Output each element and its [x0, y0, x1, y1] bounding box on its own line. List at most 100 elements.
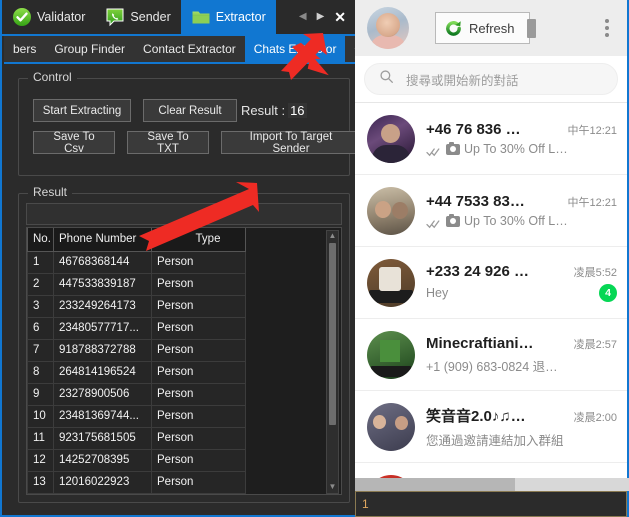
sub-tab-chats-extractor-label: Chats Extractor: [253, 42, 337, 56]
cell-no: 14: [27, 492, 54, 494]
column-header-no[interactable]: No.: [27, 228, 54, 252]
refresh-button[interactable]: Refresh: [435, 12, 536, 44]
table-row[interactable]: 8 264814196524 Person: [27, 360, 246, 384]
table-row[interactable]: 10 23481369744... Person: [27, 404, 246, 428]
column-header-phone-number[interactable]: Phone Number: [53, 228, 152, 252]
extractor-app-pane: Validator Sender Extractor ◀ ▶ ✕ bers Gr…: [0, 0, 402, 517]
whatsapp-header: Refresh: [355, 0, 627, 56]
cell-phone-number: 23481369744...: [53, 404, 152, 428]
list-item[interactable]: Minecraftiani… 凌晨2:57 +1 (909) 683-0824 退…: [355, 319, 627, 391]
avatar[interactable]: [367, 186, 415, 235]
tab-extractor[interactable]: Extractor: [180, 0, 276, 34]
tab-sender[interactable]: Sender: [95, 0, 180, 34]
camera-icon: [446, 213, 460, 227]
chat-timestamp: 凌晨2:57: [573, 338, 617, 351]
table-row[interactable]: 12 14252708395 Person: [27, 448, 246, 472]
chat-preview-row: Up To 30% Off L…: [426, 213, 617, 229]
scrollbar-thumb[interactable]: [329, 243, 336, 425]
camera-icon: [446, 141, 460, 155]
phone-chat-icon: [105, 7, 125, 27]
result-toolbar[interactable]: [26, 203, 342, 225]
chat-preview-row: Hey 4: [426, 284, 617, 302]
save-to-csv-button[interactable]: Save To Csv: [33, 131, 115, 155]
tab-extractor-label: Extractor: [215, 10, 266, 24]
cell-type: Person: [151, 404, 246, 428]
table-row[interactable]: 3 233249264173 Person: [27, 294, 246, 318]
chat-title-row: +46 76 836 … 中午12:21: [426, 121, 617, 138]
cell-type: Person: [151, 492, 246, 494]
whatsapp-horizontal-scrollbar[interactable]: [355, 478, 629, 491]
chat-name: +233 24 926 …: [426, 263, 530, 280]
cell-no: 7: [27, 338, 54, 362]
double-check-icon: [426, 216, 442, 229]
table-row[interactable]: 6 23480577717... Person: [27, 316, 246, 340]
refresh-icon: [444, 19, 463, 38]
chat-name: 笑音音2.0♪♫…: [426, 407, 526, 425]
whatsapp-pane: Refresh 搜尋或開始新的對話 +46 76 836 … 中午12:21 Up …: [355, 0, 629, 517]
horizontal-scrollbar-thumb[interactable]: [355, 478, 515, 491]
cell-no: 8: [27, 360, 54, 384]
table-row[interactable]: 13 12016022923 Person: [27, 470, 246, 494]
avatar[interactable]: [367, 258, 415, 307]
chat-body: +233 24 926 … 凌晨5:52 Hey 4: [426, 263, 617, 302]
sidebar-item-chats-extractor[interactable]: Chats Extractor: [244, 36, 346, 62]
scroll-up-arrow-icon[interactable]: ▲: [329, 231, 337, 242]
table-row[interactable]: 2 447533839187 Person: [27, 272, 246, 296]
table-row[interactable]: 9 23278900506 Person: [27, 382, 246, 406]
avatar[interactable]: [367, 7, 409, 49]
cell-phone-number: 447533839187: [53, 272, 152, 296]
chat-name: +46 76 836 …: [426, 121, 521, 138]
cell-no: 9: [27, 382, 54, 406]
table-row[interactable]: 1413057783848Person: [27, 492, 246, 494]
cell-type: Person: [151, 382, 246, 406]
cell-type: Person: [151, 294, 246, 318]
sidebar-item-contact-extractor[interactable]: Contact Extractor: [134, 36, 245, 62]
avatar[interactable]: [367, 114, 415, 163]
cell-no: 3: [27, 294, 54, 318]
chat-title-row: Minecraftiani… 凌晨2:57: [426, 335, 617, 352]
result-table-scrollbar[interactable]: ▲ ▼: [326, 230, 339, 494]
list-item[interactable]: 笑音音2.0♪♫… 凌晨2:00 您通過邀請連結加入群組: [355, 391, 627, 463]
tab-validator[interactable]: Validator: [2, 0, 95, 34]
whatsapp-search-container: 搜尋或開始新的對話: [355, 56, 627, 103]
control-row-primary: Start Extracting Clear Result: [33, 99, 237, 122]
table-row[interactable]: 11 923175681505 Person: [27, 426, 246, 450]
tab-sender-label: Sender: [130, 10, 171, 24]
cell-no: 1: [27, 250, 54, 274]
tab-next-icon[interactable]: ▶: [317, 12, 325, 22]
tab-prev-icon[interactable]: ◀: [299, 12, 307, 22]
cell-phone-number: 264814196524: [53, 360, 152, 384]
chat-body: 笑音音2.0♪♫… 凌晨2:00 您通過邀請連結加入群組: [426, 405, 617, 449]
chat-list[interactable]: +46 76 836 … 中午12:21 Up To 30% Off L… +44 7…: [355, 103, 627, 491]
sidebar-item-group-finder[interactable]: Group Finder: [45, 36, 134, 62]
cell-phone-number: 14252708395: [53, 448, 152, 472]
avatar[interactable]: [367, 330, 415, 379]
cell-phone-number: 13057783848: [53, 492, 152, 494]
search-input-placeholder: 搜尋或開始新的對話: [406, 73, 519, 88]
cell-type: Person: [151, 250, 246, 274]
list-item[interactable]: +233 24 926 … 凌晨5:52 Hey 4: [355, 247, 627, 319]
cell-type: Person: [151, 316, 246, 340]
sidebar-item-bers[interactable]: bers: [4, 36, 45, 62]
chat-timestamp: 中午12:21: [567, 125, 617, 137]
chat-preview-message: +1 (909) 683-0824 退…: [426, 359, 558, 374]
table-row[interactable]: 7 918788372788 Person: [27, 338, 246, 362]
save-to-txt-button[interactable]: Save To TXT: [127, 131, 209, 155]
scroll-down-arrow-icon[interactable]: ▼: [329, 482, 337, 493]
chat-preview-message: Up To 30% Off L…: [464, 214, 568, 228]
list-item[interactable]: +46 76 836 … 中午12:21 Up To 30% Off L…: [355, 103, 627, 175]
avatar[interactable]: [367, 402, 415, 451]
table-row[interactable]: 1 46768368144 Person: [27, 250, 246, 274]
start-extracting-button[interactable]: Start Extracting: [33, 99, 131, 122]
more-vertical-icon[interactable]: [599, 15, 615, 41]
clear-result-button[interactable]: Clear Result: [143, 99, 237, 122]
import-to-target-sender-button[interactable]: Import To Target Sender: [221, 131, 361, 155]
list-item[interactable]: +44 7533 83… 中午12:21 Up To 30% Off L…: [355, 175, 627, 247]
column-header-type[interactable]: Type: [151, 228, 246, 252]
chat-name: Minecraftiani…: [426, 334, 534, 352]
control-row-export: Save To Csv Save To TXT Import To Target…: [33, 131, 361, 155]
cell-no: 13: [27, 470, 54, 494]
application-window: Validator Sender Extractor ◀ ▶ ✕ bers Gr…: [0, 0, 629, 517]
search-input[interactable]: 搜尋或開始新的對話: [364, 63, 618, 95]
close-icon[interactable]: ✕: [334, 10, 346, 24]
